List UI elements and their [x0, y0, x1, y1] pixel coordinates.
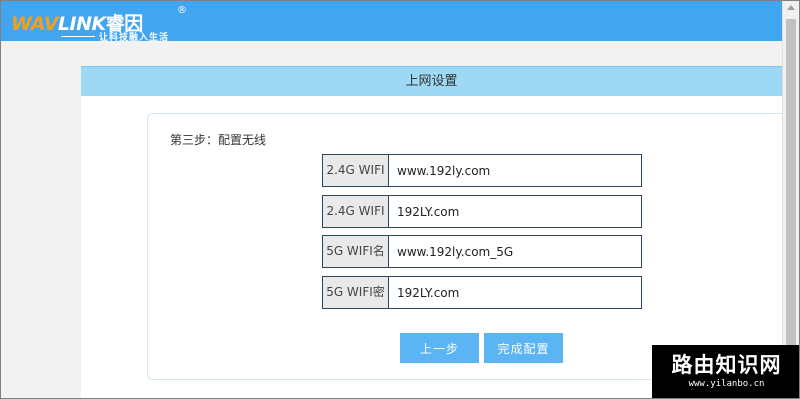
- wifi-5g-password-field: 5G WIFI密: [322, 276, 642, 309]
- site-watermark: 路由知识网 www.yilanbo.cn: [652, 345, 799, 398]
- wavlink-logo: WAVLINK睿因 ® 让科技融入生活: [5, 3, 187, 43]
- panel-title: 上网设置: [405, 74, 458, 89]
- wifi-5g-password-input[interactable]: [389, 277, 641, 308]
- finish-config-button[interactable]: 完成配置: [484, 333, 563, 363]
- logo-wav: WAV: [11, 13, 58, 35]
- slogan-divider: [61, 36, 95, 37]
- wireless-config-card: 第三步：配置无线 2.4G WIFI 2.4G WIFI 5G WIFI名 5G…: [147, 113, 782, 380]
- wifi-24g-password-input[interactable]: [389, 196, 641, 227]
- scroll-thumb[interactable]: [786, 19, 796, 389]
- watermark-title: 路由知识网: [671, 353, 782, 377]
- registered-mark: ®: [177, 5, 187, 16]
- previous-step-button[interactable]: 上一步: [400, 333, 479, 363]
- watermark-url: www.yilanbo.cn: [688, 379, 765, 389]
- wifi-24g-ssid-input[interactable]: [389, 155, 641, 186]
- wifi-24g-password-label: 2.4G WIFI: [323, 196, 389, 227]
- wifi-5g-ssid-input[interactable]: [389, 236, 641, 267]
- wifi-5g-password-label: 5G WIFI密: [323, 277, 389, 308]
- logo-slogan: 让科技融入生活: [99, 33, 170, 43]
- vertical-scrollbar[interactable]: [782, 1, 799, 398]
- wifi-24g-ssid-field: 2.4G WIFI: [322, 154, 642, 187]
- header-bar: WAVLINK睿因 ® 让科技融入生活: [1, 1, 782, 43]
- step-label: 第三步：配置无线: [170, 133, 267, 147]
- panel-title-bar: 上网设置: [81, 66, 782, 96]
- browser-frame: WAVLINK睿因 ® 让科技融入生活 上网设置 第三步：配置无线 2.4G W…: [0, 0, 800, 399]
- wifi-24g-password-field: 2.4G WIFI: [322, 195, 642, 228]
- wifi-5g-ssid-label: 5G WIFI名: [323, 236, 389, 267]
- scroll-up-arrow-icon[interactable]: [787, 5, 795, 10]
- wifi-24g-ssid-label: 2.4G WIFI: [323, 155, 389, 186]
- wifi-5g-ssid-field: 5G WIFI名: [322, 235, 642, 268]
